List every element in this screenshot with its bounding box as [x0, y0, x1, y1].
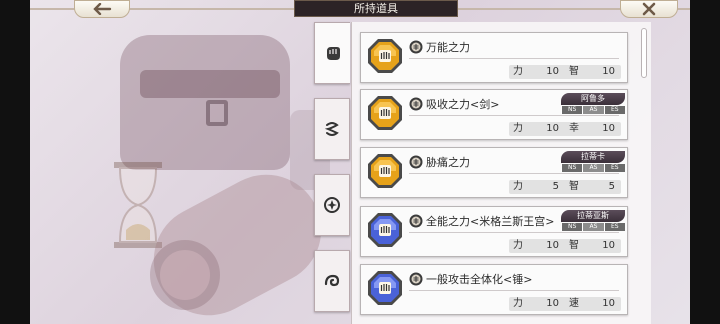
item-name: 万能之力 — [426, 41, 470, 54]
character-badge: 阿鲁多 NS AS ES — [561, 93, 625, 114]
background-bag-illustration — [120, 35, 290, 170]
style-tag: NS — [561, 223, 583, 231]
back-button[interactable] — [74, 0, 130, 18]
tab-fist[interactable] — [314, 22, 350, 84]
stat-value: 5 — [608, 181, 615, 192]
stat-label: 力 — [513, 66, 523, 77]
tab-wave[interactable] — [314, 250, 350, 312]
style-tag: ES — [603, 223, 625, 231]
gem-icon — [368, 154, 402, 188]
style-tags: NS AS ES — [561, 223, 625, 231]
stat-label: 速 — [569, 298, 579, 309]
style-tag: NS — [561, 106, 583, 114]
item-name: 全能之力<米格兰斯王宫> — [426, 215, 555, 228]
gem-icon — [368, 271, 402, 305]
gem-icon — [368, 213, 402, 247]
item-card[interactable]: 全能之力<米格兰斯王宫> 力 10 智 10 拉蒂亚斯 NS AS ES — [360, 206, 628, 257]
item-name-divider — [409, 232, 619, 233]
stat-label: 智 — [569, 66, 579, 77]
game-screen: 所持道具 万能之力力 10 智 10 吸收之力<剑> 力 10 幸 10 阿鲁多 NS AS ES 胁痛之… — [0, 0, 720, 324]
item-stats: 力 10 幸 10 — [509, 122, 621, 136]
right-letterbox — [690, 0, 720, 324]
item-name-divider — [409, 173, 619, 174]
character-name: 拉蒂卡 — [561, 151, 625, 163]
item-name: 一般攻击全体化<锤> — [426, 273, 533, 286]
stat-value: 5 — [552, 181, 559, 192]
stat-label: 智 — [569, 181, 579, 192]
stat-value: 10 — [546, 298, 559, 309]
gem-icon — [368, 96, 402, 130]
item-stats: 力 10 智 10 — [509, 239, 621, 253]
stat-value: 10 — [546, 240, 559, 251]
emblem-coin-icon — [409, 40, 423, 54]
item-stats: 力5智5 — [509, 180, 621, 194]
list-scrollbar[interactable] — [641, 28, 647, 78]
emblem-coin-icon — [409, 155, 423, 169]
item-name: 吸收之力<剑> — [426, 98, 500, 111]
stat-value: 10 — [602, 123, 615, 134]
stat-label: 力 — [513, 298, 523, 309]
page-title: 所持道具 — [294, 0, 458, 17]
tab-swirl[interactable] — [314, 98, 350, 160]
character-badge: 拉蒂卡 NS AS ES — [561, 151, 625, 172]
style-tag: ES — [603, 106, 625, 114]
item-name-divider — [409, 290, 619, 291]
character-name: 阿鲁多 — [561, 93, 625, 105]
background-scroll-end — [150, 240, 220, 310]
item-name: 胁痛之力 — [426, 156, 470, 169]
style-tags: NS AS ES — [561, 106, 625, 114]
emblem-coin-icon — [409, 272, 423, 286]
background-bag-buckle — [206, 100, 228, 126]
stat-value: 10 — [546, 123, 559, 134]
stat-label: 力 — [513, 240, 523, 251]
stat-label: 幸 — [569, 123, 579, 134]
item-card[interactable]: 一般攻击全体化<锤> 力 10 速 10 — [360, 264, 628, 315]
stat-value: 10 — [546, 66, 559, 77]
left-letterbox — [0, 0, 30, 324]
style-tag: NS — [561, 164, 583, 172]
fist-icon — [326, 47, 340, 60]
stat-label: 智 — [569, 240, 579, 251]
item-stats: 力 10 速 10 — [509, 297, 621, 311]
stat-value: 10 — [602, 240, 615, 251]
item-name-divider — [409, 58, 619, 59]
item-card[interactable]: 胁痛之力力 5 智 5 拉蒂卡 NS AS ES — [360, 147, 628, 198]
swirl-icon — [324, 122, 339, 136]
wave-icon — [324, 274, 340, 287]
style-tag: AS — [582, 106, 604, 114]
style-tag: AS — [582, 223, 604, 231]
character-badge: 拉蒂亚斯 NS AS ES — [561, 210, 625, 231]
stat-label: 力 — [513, 181, 523, 192]
item-card[interactable]: 吸收之力<剑> 力 10 幸 10 阿鲁多 NS AS ES — [360, 89, 628, 140]
item-card[interactable]: 万能之力力 10 智 10 — [360, 32, 628, 83]
stat-value: 10 — [602, 298, 615, 309]
background-bag-flap — [140, 70, 280, 98]
tab-emblem[interactable] — [314, 174, 350, 236]
item-stats: 力 10 智 10 — [509, 65, 621, 79]
item-name-divider — [409, 115, 619, 116]
arrow-left-icon — [93, 3, 112, 15]
style-tag: AS — [582, 164, 604, 172]
character-name: 拉蒂亚斯 — [561, 210, 625, 222]
style-tag: ES — [603, 164, 625, 172]
style-tags: NS AS ES — [561, 164, 625, 172]
emblem-coin-icon — [409, 214, 423, 228]
close-button[interactable] — [620, 0, 678, 18]
stat-label: 力 — [513, 123, 523, 134]
close-icon — [642, 2, 656, 16]
star-emblem-icon — [324, 197, 340, 213]
emblem-coin-icon — [409, 97, 423, 111]
gem-icon — [368, 39, 402, 73]
stat-value: 10 — [602, 66, 615, 77]
